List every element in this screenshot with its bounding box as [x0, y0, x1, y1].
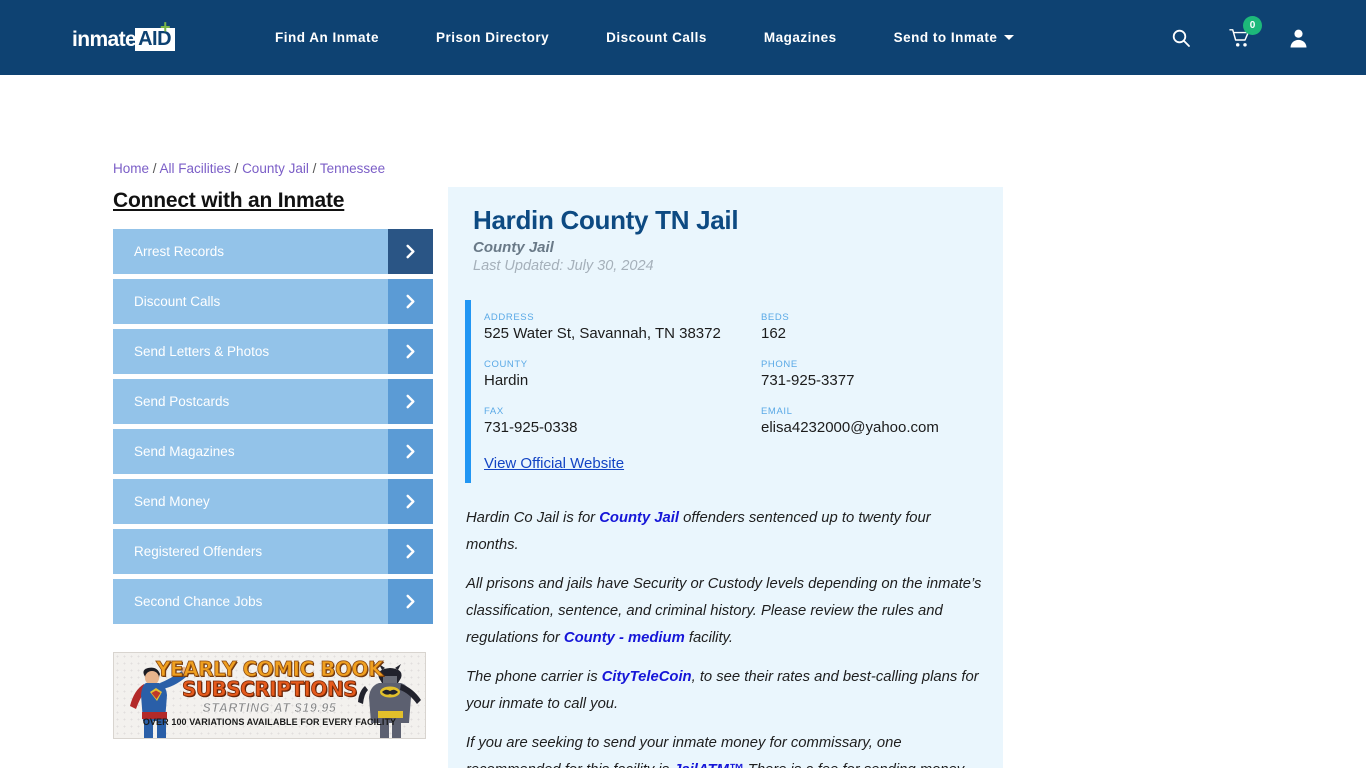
breadcrumb-separator: /	[308, 161, 320, 176]
paragraph-text: Hardin Co Jail is for	[466, 510, 600, 526]
chevron-right-icon	[388, 329, 433, 374]
chevron-right-icon	[388, 579, 433, 624]
breadcrumb-item-home[interactable]: Home	[113, 161, 149, 176]
cart-count-badge: 0	[1243, 15, 1262, 35]
sidebar-item-label: Second Chance Jobs	[134, 594, 263, 609]
sidebar-item-send-magazines[interactable]: Send Magazines	[113, 429, 433, 474]
breadcrumb-item-tennessee[interactable]: Tennessee	[320, 161, 385, 176]
paragraph-text: facility.	[684, 630, 733, 646]
paragraph-text: The phone carrier is	[466, 669, 602, 685]
last-updated-text: Last Updated: July 30, 2024	[473, 258, 654, 274]
info-value: elisa4232000@yahoo.com	[761, 419, 939, 436]
info-label: COUNTY	[484, 359, 528, 370]
search-icon[interactable]	[1171, 28, 1191, 48]
sidebar-item-registered-offenders[interactable]: Registered Offenders	[113, 529, 433, 574]
sidebar-item-label: Send Magazines	[134, 444, 235, 459]
info-label: PHONE	[761, 359, 798, 370]
breadcrumb: Home / All Facilities / County Jail / Te…	[113, 161, 385, 176]
facility-type: County Jail	[473, 239, 554, 256]
description-paragraph: Hardin Co Jail is for County Jail offend…	[466, 505, 982, 559]
ad-headline-line2: SUBSCRIPTIONS	[181, 677, 358, 702]
nav-item-send-to-inmate[interactable]: Send to Inmate	[894, 30, 1015, 45]
info-field-phone: PHONE 731-925-3377	[761, 359, 985, 390]
comic-book-ad-banner[interactable]: YEARLY COMIC BOOK SUBSCRIPTIONS STARTING…	[113, 652, 426, 739]
description-paragraph: All prisons and jails have Security or C…	[466, 571, 982, 652]
info-label: EMAIL	[761, 406, 793, 417]
info-label: ADDRESS	[484, 312, 535, 323]
highlighted-term[interactable]: JailATM™	[673, 762, 743, 768]
info-field-county: COUNTY Hardin	[484, 359, 761, 390]
logo-plus-icon: +	[160, 16, 171, 37]
breadcrumb-item-county-jail[interactable]: County Jail	[242, 161, 309, 176]
nav-item-discount-calls[interactable]: Discount Calls	[606, 30, 707, 45]
facility-info-panel: ADDRESS 525 Water St, Savannah, TN 38372…	[465, 300, 985, 483]
chevron-right-icon	[388, 279, 433, 324]
sidebar-item-label: Send Letters & Photos	[134, 344, 270, 359]
info-field-fax: FAX 731-925-0338	[484, 406, 761, 437]
main-nav-links: Find An Inmate Prison Directory Discount…	[275, 30, 1071, 45]
ad-subtext: OVER 100 VARIATIONS AVAILABLE FOR EVERY …	[142, 717, 397, 727]
cart-icon[interactable]: 0	[1229, 15, 1262, 48]
sidebar-item-label: Arrest Records	[134, 244, 225, 259]
highlighted-term[interactable]: County - medium	[564, 630, 685, 646]
facility-detail-panel: Hardin County TN Jail County Jail Last U…	[448, 187, 1003, 768]
sidebar-item-second-chance-jobs[interactable]: Second Chance Jobs	[113, 579, 433, 624]
nav-item-find-an-inmate[interactable]: Find An Inmate	[275, 30, 379, 45]
chevron-right-icon	[388, 379, 433, 424]
nav-item-magazines[interactable]: Magazines	[764, 30, 837, 45]
top-navigation-bar: inmate AID + Find An Inmate Prison Direc…	[0, 0, 1366, 75]
facility-description: Hardin Co Jail is for County Jail offend…	[466, 505, 982, 768]
info-field-email: EMAIL elisa4232000@yahoo.com	[761, 406, 985, 437]
site-logo[interactable]: inmate AID +	[72, 18, 176, 51]
view-official-website-link[interactable]: View Official Website	[484, 455, 624, 472]
info-field-address: ADDRESS 525 Water St, Savannah, TN 38372	[484, 312, 761, 343]
sidebar-item-send-money[interactable]: Send Money	[113, 479, 433, 524]
info-value: 162	[761, 325, 787, 342]
info-value: 731-925-3377	[761, 372, 855, 389]
info-label: FAX	[484, 406, 504, 417]
chevron-right-icon	[388, 529, 433, 574]
sidebar-title[interactable]: Connect with an Inmate	[113, 189, 433, 213]
sidebar-item-send-letters-photos[interactable]: Send Letters & Photos	[113, 329, 433, 374]
logo-wordmark: inmate	[72, 27, 137, 51]
chevron-right-icon	[388, 479, 433, 524]
sidebar-item-send-postcards[interactable]: Send Postcards	[113, 379, 433, 424]
sidebar-item-discount-calls[interactable]: Discount Calls	[113, 279, 433, 324]
description-paragraph: The phone carrier is CityTeleCoin, to se…	[466, 664, 982, 718]
breadcrumb-separator: /	[230, 161, 243, 176]
page-title: Hardin County TN Jail	[473, 205, 739, 235]
info-value: 525 Water St, Savannah, TN 38372	[484, 325, 721, 342]
info-label: BEDS	[761, 312, 790, 323]
breadcrumb-item-all-facilities[interactable]: All Facilities	[160, 161, 231, 176]
sidebar-item-arrest-records[interactable]: Arrest Records	[113, 229, 433, 274]
user-icon[interactable]	[1289, 28, 1308, 48]
sidebar: Connect with an Inmate Arrest Records Di…	[113, 189, 433, 629]
breadcrumb-separator: /	[149, 161, 160, 176]
sidebar-item-label: Send Money	[134, 494, 210, 509]
ad-price-text: STARTING AT $19.95	[202, 701, 337, 715]
nav-item-prison-directory[interactable]: Prison Directory	[436, 30, 549, 45]
nav-icon-group: 0	[1133, 0, 1308, 75]
page-body: Home / All Facilities / County Jail / Te…	[0, 75, 1366, 768]
facility-info-grid: ADDRESS 525 Water St, Savannah, TN 38372…	[484, 312, 985, 437]
info-value: 731-925-0338	[484, 419, 578, 436]
info-field-beds: BEDS 162	[761, 312, 985, 343]
sidebar-item-label: Registered Offenders	[134, 544, 263, 559]
chevron-right-icon	[388, 429, 433, 474]
highlighted-term[interactable]: CityTeleCoin	[602, 669, 692, 685]
info-value: Hardin	[484, 372, 529, 389]
sidebar-item-label: Send Postcards	[134, 394, 230, 409]
sidebar-item-label: Discount Calls	[134, 294, 221, 309]
description-paragraph: If you are seeking to send your inmate m…	[466, 730, 982, 768]
chevron-right-icon	[388, 229, 433, 274]
highlighted-term[interactable]: County Jail	[599, 510, 679, 526]
